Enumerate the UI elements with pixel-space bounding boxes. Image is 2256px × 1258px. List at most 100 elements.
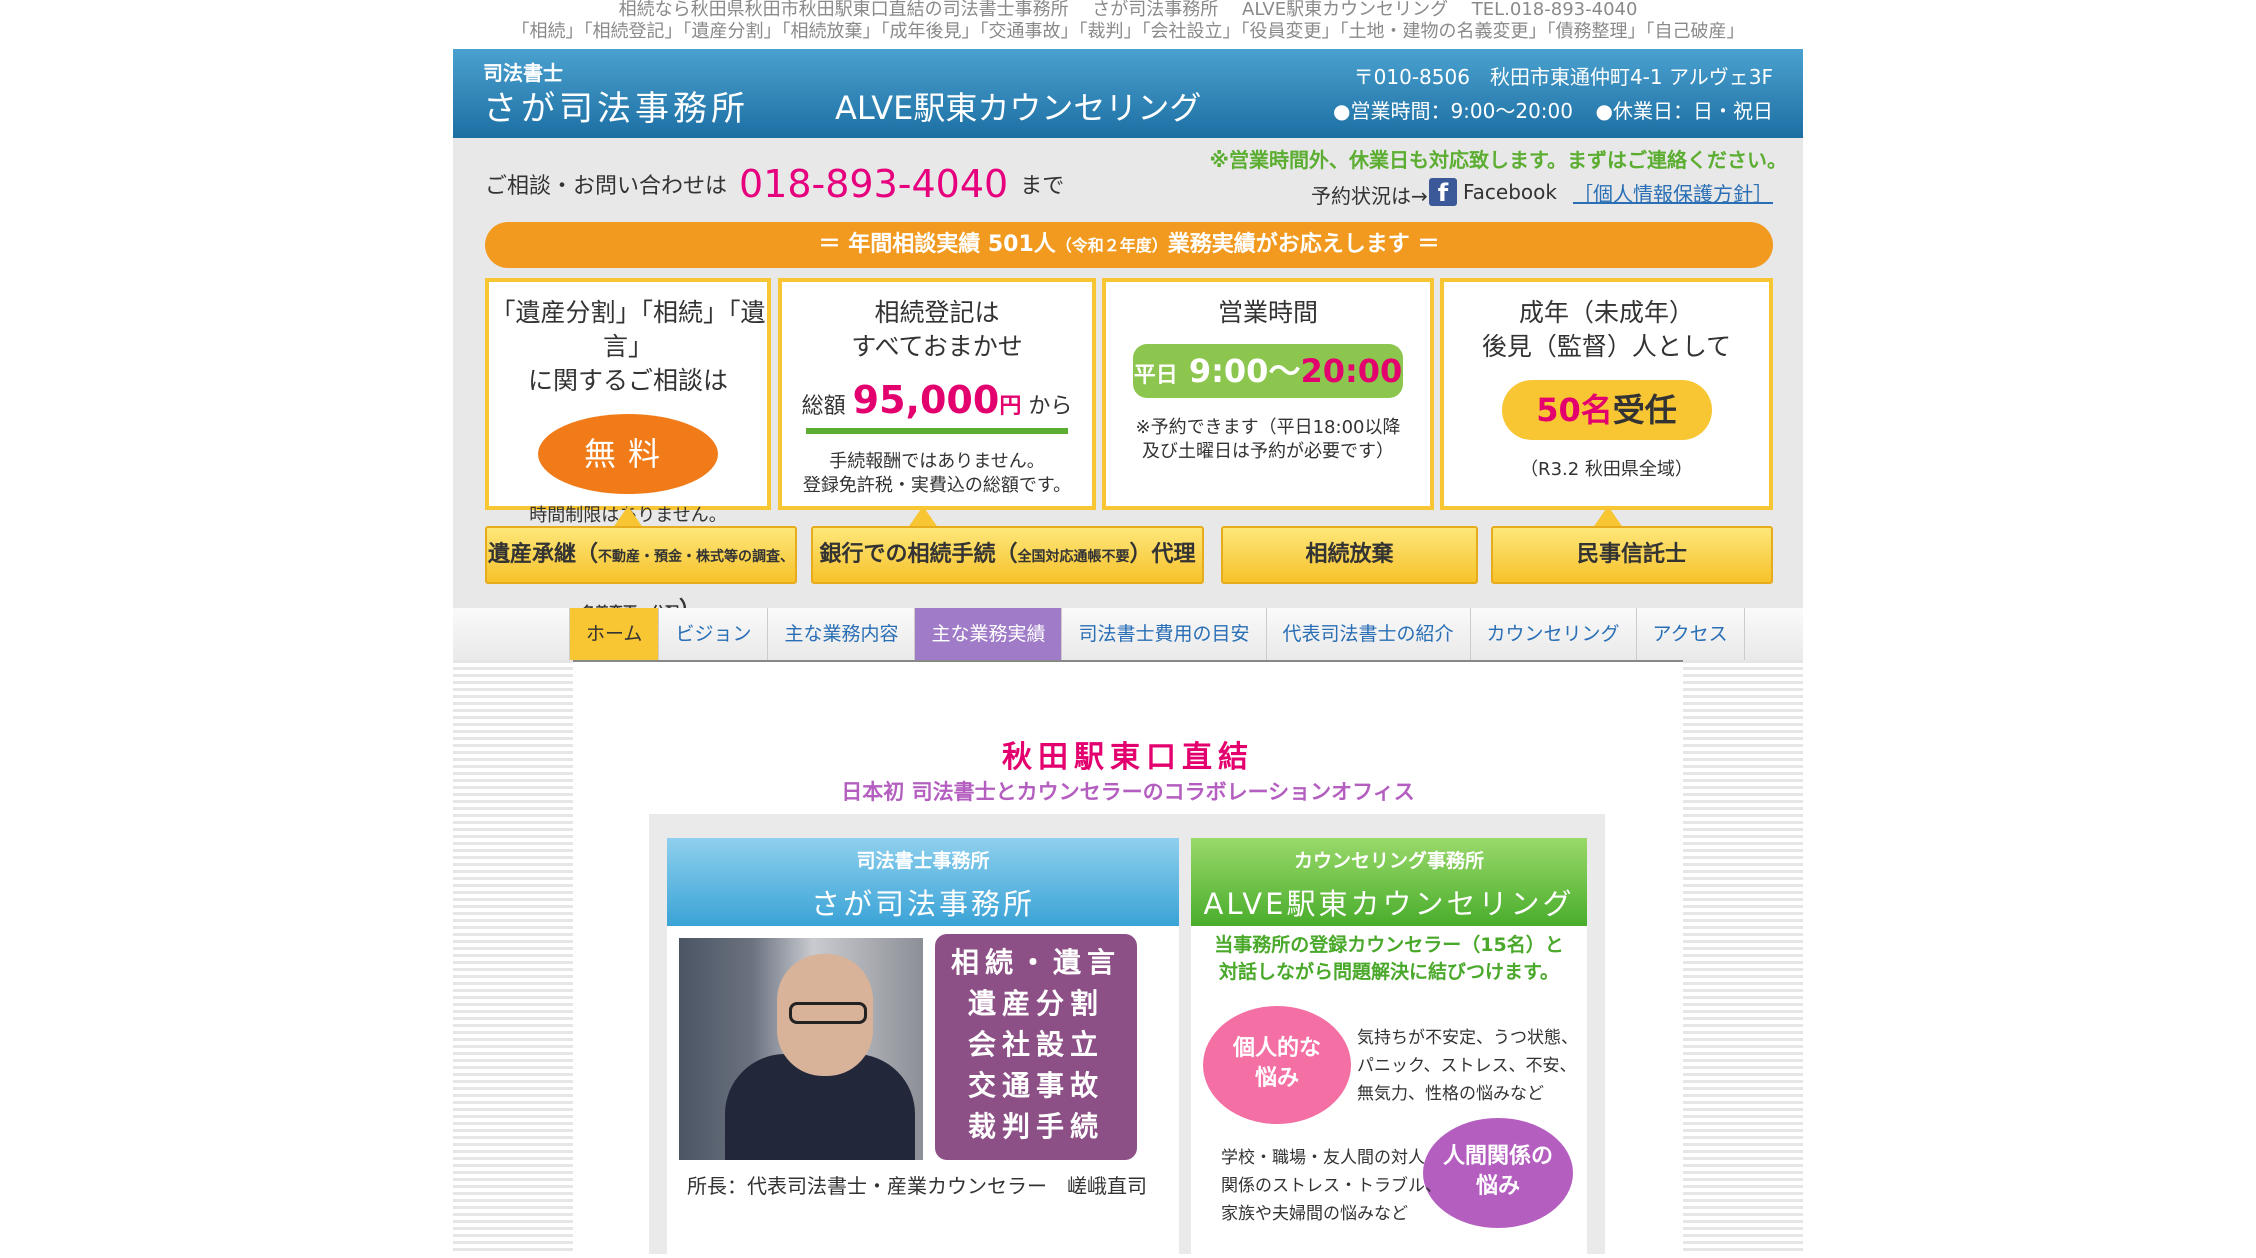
text2-line2: 関係のストレス・トラブル、 — [1221, 1176, 1442, 1196]
collaboration-panel: 司法書士事務所 さが司法事務所 相続・遺言 遺産分割 会社設立 交通事故 裁判手… — [649, 814, 1605, 1258]
banner-office-name: さが司法事務所 — [483, 89, 749, 129]
stats-year: （令和２年度） — [1055, 236, 1168, 255]
nav-counseling[interactable]: カウンセリング — [1471, 608, 1637, 660]
card4-note: （R3.2 秋田県全域） — [1520, 459, 1693, 480]
office-column[interactable]: 司法書士事務所 さが司法事務所 相続・遺言 遺産分割 会社設立 交通事故 裁判手… — [667, 838, 1179, 1258]
price-underline — [806, 428, 1068, 434]
after-hours-notice: ※営業時間外、休業日も対応致します。まずはご連絡ください。 — [1209, 148, 1787, 172]
counseling-header: カウンセリング事務所 ALVE駅東カウンセリング — [1191, 838, 1587, 926]
text2-line1: 学校・職場・友人間の対人 — [1221, 1148, 1425, 1168]
price-value: 95,000 — [852, 378, 1000, 422]
btn1-main: 遺産承継（ — [487, 542, 598, 567]
nav-achievements[interactable]: 主な業務実績 — [915, 608, 1063, 660]
price-prefix: 総額 — [801, 394, 846, 419]
reservation-label: 予約状況は→ — [1311, 184, 1428, 208]
service-item: 会社設立 — [967, 1028, 1104, 1061]
inheritance-renunciation-button[interactable]: 相続放棄 — [1221, 526, 1478, 584]
hours-from: 9:00～ — [1188, 352, 1301, 390]
tagline-line1: 相続なら秋田県秋田市秋田駅東口直結の司法書士事務所 さが司法事務所 ALVE駅東… — [618, 0, 1638, 20]
office-header-small: 司法書士事務所 — [856, 850, 990, 872]
stats-text: ＝ 年間相談実績 501人 — [818, 232, 1056, 257]
relationship-worries-text: 学校・職場・友人間の対人 関係のストレス・トラブル、 家族や夫婦間の悩みなど — [1221, 1144, 1442, 1228]
free-badge: 無料 — [538, 414, 718, 494]
card2-title1: 相続登記は — [874, 298, 1000, 327]
circle2-line1: 人間関係の — [1442, 1144, 1553, 1169]
counseling-desc2: 対話しながら問題解決に結びつけます。 — [1218, 961, 1560, 983]
card4-title1: 成年（未成年） — [1518, 298, 1694, 327]
nav-services[interactable]: 主な業務内容 — [768, 608, 916, 660]
counseling-header-name: ALVE駅東カウンセリング — [1203, 887, 1575, 921]
nav-access[interactable]: アクセス — [1637, 608, 1745, 660]
office-header: 司法書士事務所 さが司法事務所 — [667, 838, 1179, 926]
facebook-label: Facebook — [1463, 180, 1557, 204]
circle2-line2: 悩み — [1475, 1174, 1520, 1199]
guardianship-count: 50名 — [1536, 391, 1613, 429]
tagline-line2: 「相続」「相続登記」「遺産分割」「相続放棄」「成年後見」「交通事故」「裁判」「会… — [511, 21, 1745, 42]
facebook-icon: f — [1429, 178, 1457, 207]
privacy-policy-link[interactable]: ［個人情報保護方針］ — [1573, 178, 1773, 207]
guardianship-label: 受任 — [1612, 391, 1677, 429]
btn2-main: 銀行での相続手続（ — [819, 542, 1018, 567]
hours-to: 20:00 — [1300, 352, 1403, 390]
personal-worries-text: 気持ちが不安定、うつ状態、 パニック、ストレス、不安、 無気力、性格の悩みなど — [1357, 1024, 1578, 1108]
text1-line3: 無気力、性格の悩みなど — [1357, 1084, 1544, 1104]
phone-number[interactable]: 018-893-4040 — [739, 162, 1008, 206]
service-item: 裁判手続 — [967, 1110, 1104, 1143]
nav-fees[interactable]: 司法書士費用の目安 — [1062, 608, 1267, 660]
circle1-line1: 個人的な — [1232, 1036, 1321, 1061]
card2-note1: 手続報酬ではありません。 — [829, 451, 1045, 472]
service-item: 交通事故 — [967, 1069, 1104, 1102]
content-subheading: 日本初 司法書士とカウンセラーのコラボレーションオフィス — [841, 780, 1415, 804]
header-banner[interactable]: 司法書士 さが司法事務所 ALVE駅東カウンセリング 〒010-8506 秋田市… — [453, 49, 1803, 138]
price-line: 総額 95,000円 から — [782, 378, 1092, 422]
relationship-worries-circle: 人間関係の 悩み — [1423, 1118, 1573, 1228]
card3-note2: 及び土曜日は予約が必要です） — [1142, 441, 1394, 462]
stats-bar: ＝ 年間相談実績 501人（令和２年度）業務実績がお応えします ＝ — [485, 222, 1773, 268]
banner-closed: ●休業日：日・祝日 — [1595, 99, 1773, 123]
card1-title1: 「遺産分割」「相続」「遺言」 — [490, 298, 766, 361]
free-consultation-card: 「遺産分割」「相続」「遺言」 に関するご相談は 無料 時間制限はありません。 — [485, 278, 771, 526]
btn2-small: 全国対応通帳不要 — [1017, 549, 1130, 565]
price-unit: 円 — [999, 394, 1022, 419]
guardianship-badge: 50名受任 — [1501, 380, 1712, 440]
business-hours-card: 営業時間 平日 9:00～20:00 ※予約できます（平日18:00以降 及び土… — [1102, 278, 1434, 510]
service-item: 遺産分割 — [967, 987, 1104, 1020]
card2-title2: すべておまかせ — [851, 332, 1023, 361]
service-item: 相続・遺言 — [950, 946, 1121, 979]
banner-hours: ●営業時間：9:00～20:00 — [1333, 99, 1573, 123]
director-caption: 所長：代表司法書士・産業カウンセラー 嵯峨直司 — [687, 1174, 1147, 1198]
civil-trust-button[interactable]: 民事信託士 — [1491, 526, 1773, 584]
guardianship-card: 成年（未成年） 後見（監督）人として 50名受任 （R3.2 秋田県全域） — [1440, 278, 1773, 510]
facebook-link[interactable]: f Facebook — [1429, 178, 1557, 207]
main-nav: ホーム ビジョン 主な業務内容 主な業務実績 司法書士費用の目安 代表司法書士の… — [453, 608, 1803, 662]
counseling-column[interactable]: カウンセリング事務所 ALVE駅東カウンセリング 当事務所の登録カウンセラー（1… — [1191, 838, 1587, 1258]
text2-line3: 家族や夫婦間の悩みなど — [1221, 1204, 1408, 1224]
office-header-name: さが司法事務所 — [810, 887, 1035, 921]
price-suffix: から — [1028, 394, 1073, 419]
card4-title2: 後見（監督）人として — [1481, 332, 1732, 361]
card3-title: 営業時間 — [1217, 298, 1318, 327]
card2-note2: 登録免許税・実費込の総額です。 — [802, 475, 1072, 496]
stats-after: 業務実績がお応えします ＝ — [1167, 232, 1440, 257]
contact-line: ご相談・お問い合わせは 018-893-4040 まで — [485, 162, 1064, 206]
contact-prefix: ご相談・お問い合わせは — [485, 174, 728, 199]
card1-title2: に関するご相談は — [527, 366, 728, 395]
nav-home[interactable]: ホーム — [569, 608, 660, 660]
circle1-line2: 悩み — [1254, 1066, 1299, 1091]
estate-succession-button[interactable]: 遺産承継（不動産・預金・株式等の調査、名義変更、分配） — [485, 526, 797, 623]
banner-address: 〒010-8506 秋田市東通仲町4-1 アルヴェ3F — [1353, 65, 1773, 89]
page-wrapper: 司法書士 さが司法事務所 ALVE駅東カウンセリング 〒010-8506 秋田市… — [453, 49, 1803, 1258]
hours-badge: 平日 9:00～20:00 — [1133, 344, 1403, 398]
counseling-header-small: カウンセリング事務所 — [1293, 850, 1484, 872]
text1-line1: 気持ちが不安定、うつ状態、 — [1357, 1028, 1578, 1048]
hours-day: 平日 — [1133, 363, 1178, 388]
info-panel: ご相談・お問い合わせは 018-893-4040 まで ※営業時間外、休業日も対応致… — [453, 138, 1803, 623]
service-list: 相続・遺言 遺産分割 会社設立 交通事故 裁判手続 — [935, 934, 1137, 1160]
bank-procedure-button[interactable]: 銀行での相続手続（全国対応通帳不要）代理 — [811, 526, 1204, 584]
nav-profile[interactable]: 代表司法書士の紹介 — [1267, 608, 1471, 660]
director-photo — [679, 938, 923, 1160]
counseling-desc1: 当事務所の登録カウンセラー（15名）と — [1214, 934, 1564, 956]
registration-fee-card: 相続登記は すべておまかせ 総額 95,000円 から 手続報酬ではありません。… — [778, 278, 1096, 510]
text1-line2: パニック、ストレス、不安、 — [1357, 1056, 1577, 1076]
nav-vision[interactable]: ビジョン — [659, 608, 769, 660]
